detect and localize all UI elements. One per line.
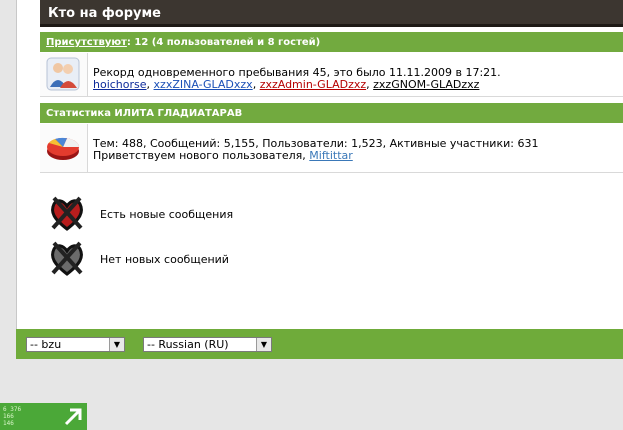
style-select[interactable]: -- bzu ▼: [26, 337, 125, 352]
online-user-zina[interactable]: xzxZINA-GLADxzx: [154, 78, 253, 91]
counter-line: 6 376: [3, 406, 22, 413]
chevron-down-icon[interactable]: ▼: [256, 338, 271, 351]
users-online-text: Рекорд одновременного пребывания 45, это…: [93, 67, 501, 91]
newest-user-link[interactable]: Miftittar: [309, 149, 352, 162]
counter-numbers: 6 376 166 146: [3, 406, 21, 427]
visit-counter[interactable]: 6 376 166 146: [0, 403, 87, 430]
who-online-header: Кто на форуме: [40, 0, 623, 27]
stats-bar: Статистика ИЛИТА ГЛАДИАТАРАВ: [40, 103, 623, 123]
who-online-title: Кто на форуме: [48, 6, 161, 21]
no-new-posts-label: Нет новых сообщений: [100, 253, 229, 266]
new-posts-label: Есть новые сообщения: [100, 208, 234, 221]
user-separator: ,: [146, 78, 154, 91]
online-user-list: hoichorse, xzxZINA-GLADxzx, zxzAdmin-GLA…: [93, 79, 501, 91]
present-bar: Присутствуют: 12 (4 пользователей и 8 го…: [40, 32, 623, 52]
pie-chart-icon: [47, 137, 79, 160]
present-link[interactable]: Присутствуют: [46, 37, 127, 48]
no-new-posts-icon: [48, 239, 86, 279]
chevron-down-icon[interactable]: ▼: [109, 338, 124, 351]
arrow-icon: [64, 408, 82, 426]
stats-text: Тем: 488, Сообщений: 5,155, Пользователи…: [93, 138, 538, 162]
welcome-text: Приветствуем нового пользователя,: [93, 149, 306, 162]
language-select-value: -- Russian (RU): [147, 338, 229, 351]
users-online-row: Рекорд одновременного пребывания 45, это…: [40, 53, 623, 97]
new-posts-icon: [48, 194, 86, 234]
user-separator: ,: [252, 78, 260, 91]
online-user-gnom[interactable]: zxzGNOM-GLADzxz: [373, 78, 479, 91]
users-icon-cell: [40, 53, 88, 96]
users-icon: [46, 57, 80, 91]
welcome-line: Приветствуем нового пользователя, Miftit…: [93, 150, 538, 162]
style-select-value: -- bzu: [30, 338, 62, 351]
stats-icon-cell: [40, 124, 88, 172]
counter-line: 166: [3, 413, 14, 420]
present-counts: : 12 (4 пользователей и 8 гостей): [126, 37, 321, 48]
stats-row: Тем: 488, Сообщений: 5,155, Пользователи…: [40, 124, 623, 173]
online-user-admin[interactable]: zxzAdmin-GLADzxz: [260, 78, 366, 91]
language-select[interactable]: -- Russian (RU) ▼: [143, 337, 272, 352]
stats-title: Статистика ИЛИТА ГЛАДИАТАРАВ: [46, 108, 243, 119]
counter-line: 146: [3, 420, 14, 427]
online-user-hoichorse[interactable]: hoichorse: [93, 78, 147, 91]
